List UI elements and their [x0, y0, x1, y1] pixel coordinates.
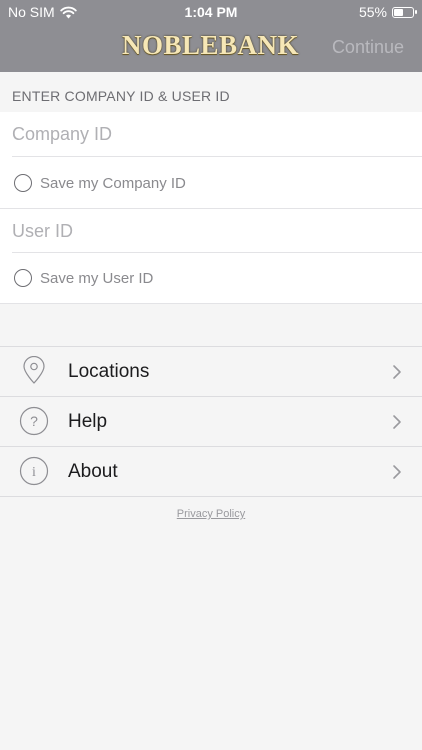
location-pin-icon [23, 356, 45, 384]
chevron-right-icon [393, 465, 401, 479]
save-company-toggle[interactable]: Save my Company ID [0, 157, 422, 209]
menu-item-help[interactable]: ? Help [0, 397, 422, 447]
svg-text:?: ? [30, 413, 38, 429]
privacy-policy-link[interactable]: Privacy Policy [0, 508, 422, 520]
save-user-radio[interactable] [14, 269, 32, 287]
save-user-row[interactable]: Save my User ID [0, 253, 422, 303]
user-id-input[interactable] [12, 221, 408, 242]
menu-item-locations[interactable]: Locations [0, 347, 422, 397]
question-icon: ? [19, 406, 49, 436]
company-id-row [0, 112, 422, 157]
chevron-right-icon [393, 365, 401, 379]
menu-item-label: Help [68, 411, 108, 432]
battery-percent: 55% [358, 4, 387, 20]
company-id-input[interactable] [12, 124, 408, 145]
status-bar: No SIM 1:04 PM 55% [0, 0, 422, 24]
save-user-toggle[interactable]: Save my User ID [0, 253, 422, 303]
save-company-label: Save my Company ID [40, 174, 186, 192]
battery-group: 55% [358, 4, 417, 20]
section-header-label: ENTER COMPANY ID & USER ID [12, 88, 230, 104]
menu-item-about[interactable]: i About [0, 447, 422, 497]
battery-icon [392, 6, 417, 18]
save-user-label: Save my User ID [40, 269, 154, 287]
menu-item-label: Locations [68, 361, 150, 382]
menu-item-label: About [68, 461, 118, 482]
section-header: ENTER COMPANY ID & USER ID [0, 72, 422, 112]
menu-list: Locations ? Help i About [0, 346, 422, 498]
info-icon: i [19, 456, 49, 486]
battery-fill [394, 8, 403, 16]
login-form: Save my Company ID Save my User ID [0, 112, 422, 304]
user-id-row [0, 209, 422, 253]
noblebank-logo: NOBLEBANK [122, 30, 300, 60]
save-company-radio[interactable] [14, 174, 32, 192]
nav-bar: NOBLEBANK Continue [0, 24, 422, 72]
continue-button[interactable]: Continue [332, 37, 404, 58]
chevron-right-icon [393, 415, 401, 429]
save-company-row[interactable]: Save my Company ID [0, 157, 422, 209]
svg-text:i: i [32, 465, 36, 480]
